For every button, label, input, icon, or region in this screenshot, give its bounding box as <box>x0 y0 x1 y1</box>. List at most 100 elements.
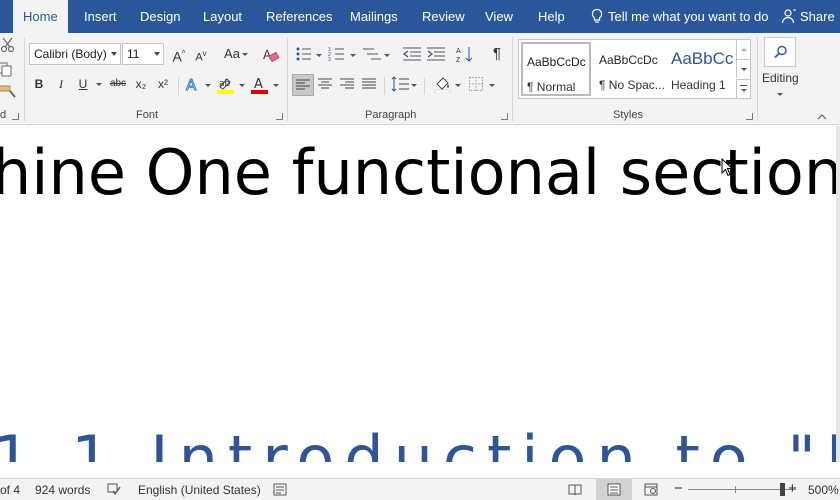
language-indicator[interactable]: English (United States) <box>138 483 261 497</box>
macro-recording-icon[interactable] <box>273 483 287 496</box>
align-center-icon[interactable] <box>318 78 332 90</box>
tab-help[interactable]: Help <box>538 0 565 33</box>
chevron-down-icon[interactable] <box>384 54 390 57</box>
tab-design[interactable]: Design <box>140 0 180 33</box>
clear-formatting-icon[interactable]: A <box>262 46 280 64</box>
tab-insert[interactable]: Insert <box>84 0 117 33</box>
superscript-button[interactable]: x² <box>152 73 174 95</box>
copy-icon[interactable] <box>0 61 16 77</box>
superscript-label: x² <box>158 77 168 91</box>
status-bar: of 4 924 words English (United States) −… <box>0 478 840 500</box>
document-heading-text[interactable]: 1.1 Introduction to "F <box>0 422 836 462</box>
chevron-down-icon <box>741 89 747 92</box>
word-count[interactable]: 924 words <box>35 483 90 497</box>
decrease-indent-icon[interactable] <box>402 45 422 63</box>
lightbulb-icon[interactable] <box>589 8 605 24</box>
bullets-icon[interactable] <box>295 45 313 63</box>
style-no-spacing[interactable]: AaBbCcDc ¶ No Spac... <box>595 42 665 96</box>
web-layout-icon[interactable] <box>644 483 658 496</box>
chevron-down-icon[interactable] <box>411 84 417 87</box>
line-spacing-icon[interactable] <box>391 76 409 92</box>
tab-references[interactable]: References <box>266 0 332 33</box>
chevron-down-icon[interactable] <box>111 52 117 56</box>
highlighter-icon[interactable]: ab <box>216 75 236 95</box>
font-dialog-launcher[interactable] <box>276 113 283 120</box>
paragraph-dialog-launcher[interactable] <box>501 113 508 120</box>
zoom-out-button[interactable]: − <box>674 480 683 497</box>
align-left-icon <box>296 79 310 90</box>
collapse-ribbon-icon[interactable] <box>817 113 827 121</box>
align-left-button[interactable] <box>292 74 314 96</box>
person-icon[interactable] <box>781 8 797 24</box>
chevron-down-icon[interactable] <box>350 54 356 57</box>
editing-label[interactable]: Editing <box>762 71 799 85</box>
increase-indent-icon[interactable] <box>426 45 446 63</box>
underline-button[interactable]: U <box>72 73 94 95</box>
chevron-down-icon[interactable] <box>242 53 248 56</box>
show-formatting-button[interactable]: ¶ <box>486 43 508 65</box>
search-icon <box>774 45 787 59</box>
chevron-down-icon[interactable] <box>777 93 783 96</box>
tab-view[interactable]: View <box>485 0 513 33</box>
strikethrough-button[interactable]: abc <box>106 73 130 95</box>
shading-icon[interactable] <box>434 76 452 93</box>
multilevel-list-icon[interactable] <box>362 45 382 63</box>
tab-layout[interactable]: Layout <box>203 0 242 33</box>
bold-label: B <box>34 77 44 91</box>
styles-group-label: Styles <box>613 109 643 121</box>
tell-me-search[interactable]: Tell me what you want to do <box>608 0 768 33</box>
font-size-combo[interactable]: 11 <box>122 43 164 65</box>
tab-mailings[interactable]: Mailings <box>350 0 398 33</box>
style-normal[interactable]: AaBbCcDc ¶ Normal <box>521 42 591 96</box>
print-layout-button[interactable] <box>596 479 632 500</box>
gallery-scroll-up[interactable] <box>736 40 750 59</box>
chevron-down-icon[interactable] <box>239 84 245 87</box>
svg-text:ab: ab <box>219 79 231 89</box>
grow-font-button[interactable]: A^ <box>168 43 190 65</box>
svg-text:A: A <box>186 76 197 93</box>
chevron-up-icon <box>741 48 747 51</box>
zoom-in-button[interactable]: + <box>788 480 797 497</box>
sort-icon[interactable]: AZ <box>456 45 474 63</box>
separator <box>24 37 25 121</box>
share-button[interactable]: Share <box>800 0 835 33</box>
italic-button[interactable]: I <box>50 73 72 95</box>
font-name-combo[interactable]: Calibri (Body) <box>29 43 121 65</box>
proofing-icon[interactable] <box>107 483 121 496</box>
gallery-more-button[interactable] <box>736 79 750 98</box>
vertical-scrollbar[interactable] <box>836 126 840 462</box>
chevron-down-icon[interactable] <box>316 54 322 57</box>
document-body-text[interactable]: hine One functional section is <box>0 136 836 209</box>
gallery-scroll-down[interactable] <box>736 59 750 78</box>
italic-label: I <box>59 77 63 91</box>
cut-icon[interactable] <box>0 37 16 53</box>
style-heading-1[interactable]: AaBbCc Heading 1 <box>667 42 737 96</box>
styles-dialog-launcher[interactable] <box>746 113 753 120</box>
page-count[interactable]: of 4 <box>0 483 20 497</box>
zoom-level[interactable]: 500% <box>808 483 839 497</box>
tab-home[interactable]: Home <box>13 0 68 33</box>
clipboard-dialog-launcher[interactable] <box>12 113 19 120</box>
shrink-font-button[interactable]: Av <box>190 43 212 65</box>
bold-button[interactable]: B <box>28 73 50 95</box>
read-mode-icon[interactable] <box>568 483 582 496</box>
separator <box>512 37 513 121</box>
font-color-icon[interactable]: A <box>250 75 270 95</box>
text-effects-icon[interactable]: A <box>184 75 202 94</box>
chevron-down-icon[interactable] <box>96 83 102 86</box>
align-right-icon[interactable] <box>340 78 354 90</box>
chevron-down-icon[interactable] <box>489 84 495 87</box>
find-button[interactable] <box>764 37 796 67</box>
numbering-icon[interactable]: 1 2 3 <box>328 45 346 63</box>
subscript-button[interactable]: x₂ <box>130 73 152 95</box>
tab-review[interactable]: Review <box>422 0 465 33</box>
justify-icon[interactable] <box>362 78 376 90</box>
chevron-down-icon[interactable] <box>455 84 461 87</box>
chevron-down-icon[interactable] <box>205 84 211 87</box>
document-canvas[interactable]: hine One functional section is 1.1 Intro… <box>0 126 836 462</box>
chevron-down-icon[interactable] <box>154 52 160 56</box>
zoom-slider-thumb[interactable] <box>780 483 785 496</box>
borders-icon[interactable] <box>469 77 483 91</box>
chevron-down-icon[interactable] <box>273 84 279 87</box>
format-painter-icon[interactable] <box>0 83 18 99</box>
